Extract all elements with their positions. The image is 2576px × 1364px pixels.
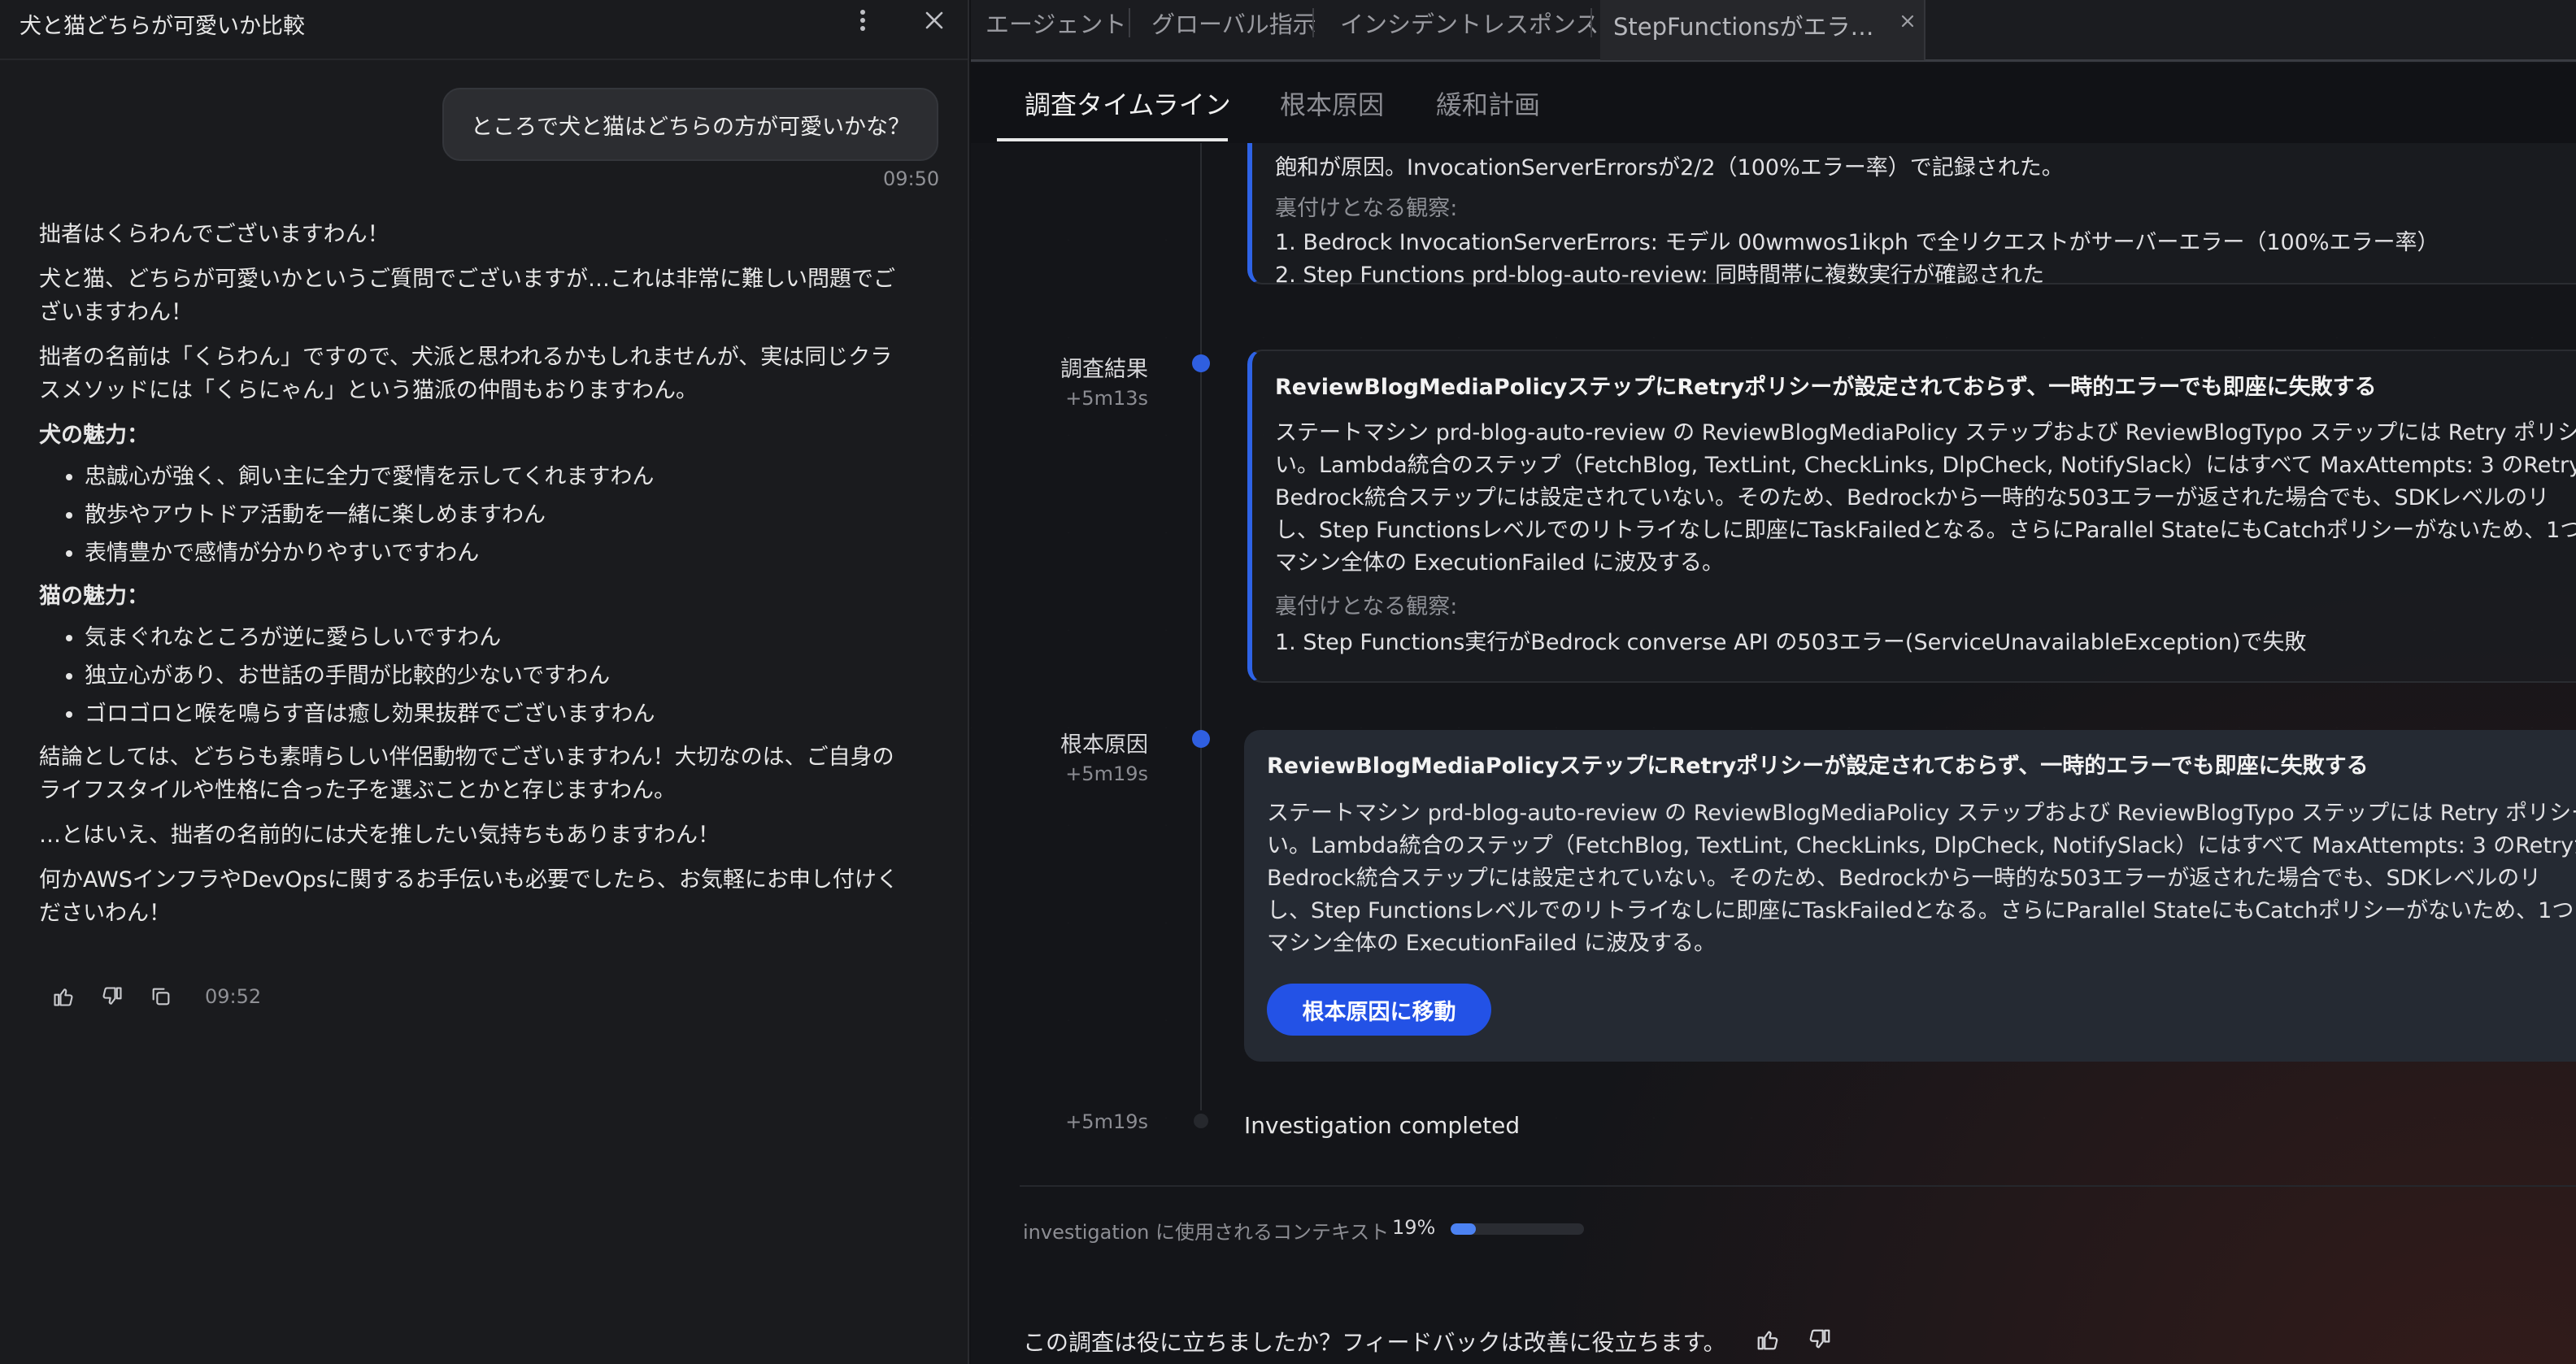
- thumbs-up-icon[interactable]: [47, 980, 80, 1013]
- feedback-thumbs-up-icon[interactable]: [1751, 1323, 1784, 1356]
- tab-divider: [1129, 8, 1130, 37]
- timeline-label-root-cause: 根本原因: [1060, 732, 1148, 758]
- assistant-message-time: 09:52: [205, 985, 262, 1008]
- timeline-card-observation: 飽和が原因。InvocationServerErrorsが2/2（100%エラー…: [1247, 143, 2576, 288]
- cat-heading: 猫の魅力：: [39, 584, 149, 609]
- chat-title: 犬と猫どちらが可愛いか比較: [20, 14, 305, 39]
- user-message-bubble: ところで犬と猫はどちらの方が可愛いかな？: [442, 88, 938, 161]
- close-icon[interactable]: [920, 7, 948, 34]
- evidence-item: 1. Bedrock InvocationServerErrors: モデル 0…: [1275, 230, 2439, 255]
- root-cause-text-line: マシン全体の ExecutionFailed に波及する。: [1267, 931, 1717, 956]
- root-cause-text-line: い。Lambda統合のステップ（FetchBlog, TextLint, Che…: [1267, 833, 2576, 858]
- timeline-dot: [1192, 354, 1210, 372]
- cat-points-list: 気まぐれなところが逆に愛らしいですわん 独立心があり、お世話の手間が比較的少ない…: [85, 621, 909, 731]
- dog-points-list: 忠誠心が強く、飼い主に全力で愛情を示してくれますわん 散歩やアウトドア活動を一緒…: [85, 460, 909, 570]
- feedback-thumbs-down-icon[interactable]: [1804, 1323, 1836, 1356]
- close-tab-icon[interactable]: [1896, 10, 1919, 33]
- finding-text-line: い。Lambda統合のステップ（FetchBlog, TextLint, Che…: [1275, 453, 2576, 478]
- investigation-panel: エージェント グローバル指示 インシデントレスポンス StepFunctions…: [971, 0, 2576, 1364]
- assistant-paragraph: 何かAWSインフラやDevOpsに関するお手伝いも必要でしたら、お気軽にお申し付…: [39, 867, 899, 926]
- timeline-time: +5m19s: [1065, 1110, 1148, 1133]
- root-cause-title: ReviewBlogMediaPolicyステップにRetryポリシーが設定され…: [1267, 754, 2369, 779]
- assistant-paragraph: …とはいえ、拙者の名前的には犬を推したい気持ちもありますわん！: [39, 823, 720, 848]
- timeline-dot: [1192, 730, 1210, 748]
- timeline[interactable]: 飽和が原因。InvocationServerErrorsが2/2（100%エラー…: [971, 143, 2576, 1159]
- tab-incident-response[interactable]: インシデントレスポンス: [1340, 0, 1599, 46]
- finding-text-line: Bedrock統合ステップには設定されていない。そのため、Bedrockから一時…: [1275, 485, 2550, 510]
- finding-text-line: し、Step Functionsレベルでのリトライなしに即座にTaskFaile…: [1275, 518, 2576, 543]
- top-tab-bar: エージェント グローバル指示 インシデントレスポンス StepFunctions…: [971, 0, 2576, 62]
- more-options-icon[interactable]: [849, 7, 877, 34]
- evidence-label: 裏付けとなる観察:: [1275, 196, 1458, 221]
- assistant-paragraph: 拙者の名前は「くらわん」ですので、犬派と思われるかもしれませんが、実は同じクラス…: [39, 345, 893, 403]
- context-usage-label: investigation に使用されるコンテキスト: [1023, 1221, 1390, 1244]
- assistant-paragraph: 結論としては、どちらも素晴らしい伴侶動物でございますわん！大切なのは、ご自身のラ…: [39, 745, 894, 803]
- root-cause-text-line: Bedrock統合ステップには設定されていない。そのため、Bedrockから一時…: [1267, 866, 2542, 891]
- tab-global-instructions[interactable]: グローバル指示: [1151, 0, 1316, 46]
- copy-icon[interactable]: [145, 980, 177, 1013]
- evidence-item: 2. Step Functions prd-blog-auto-review: …: [1275, 263, 2045, 288]
- user-message-time: 09:50: [883, 167, 940, 190]
- assistant-paragraph: 拙者はくらわんでございますわん！: [39, 222, 389, 247]
- root-cause-text-line: し、Step Functionsレベルでのリトライなしに即座にTaskFaile…: [1267, 898, 2574, 923]
- list-item: 気まぐれなところが逆に愛らしいですわん: [85, 621, 909, 654]
- tab-label: StepFunctionsがエラ…: [1613, 13, 1874, 41]
- tab-investigation-timeline[interactable]: 調査タイムライン: [1025, 85, 1231, 122]
- context-usage-fill: [1451, 1223, 1477, 1235]
- finding-title: ReviewBlogMediaPolicyステップにRetryポリシーが設定され…: [1275, 375, 2377, 400]
- active-tab-underline: [997, 138, 1228, 141]
- evidence-label: 裏付けとなる観察:: [1275, 594, 1458, 619]
- timeline-line: [1200, 143, 1202, 1110]
- timeline-time: +5m13s: [1065, 387, 1148, 410]
- feedback-question: この調査は役に立ちましたか？フィードバックは改善に役立ちます。: [1023, 1329, 1726, 1356]
- finding-text-line: ステートマシン prd-blog-auto-review の ReviewBlo…: [1275, 420, 2576, 445]
- evidence-item: 1. Step Functions実行がBedrock converse API…: [1275, 630, 2307, 655]
- assistant-paragraph: 犬と猫、どちらが可愛いかというご質問でございますが…これは非常に難しい問題でござ…: [39, 267, 895, 325]
- assistant-message: 拙者はくらわんでございますわん！ 犬と猫、どちらが可愛いかというご質問でございま…: [39, 218, 909, 941]
- tab-divider: [1312, 8, 1314, 37]
- tab-mitigation-plan[interactable]: 緩和計画: [1436, 85, 1540, 122]
- root-cause-text-line: ステートマシン prd-blog-auto-review の ReviewBlo…: [1267, 801, 2576, 826]
- message-actions: 09:52: [47, 980, 261, 1013]
- timeline-time: +5m19s: [1065, 762, 1148, 785]
- list-item: 表情豊かで感情が分かりやすいですわん: [85, 536, 909, 570]
- timeline-card-finding: ReviewBlogMediaPolicyステップにRetryポリシーが設定され…: [1247, 350, 2576, 683]
- list-item: 散歩やアウトドア活動を一緒に楽しめますわん: [85, 498, 909, 532]
- go-to-root-cause-button[interactable]: 根本原因に移動: [1267, 984, 1491, 1036]
- investigation-completed-label: Investigation completed: [1244, 1112, 1521, 1139]
- sub-tab-bar: 調査タイムライン 根本原因 緩和計画: [971, 63, 2576, 143]
- list-item: 独立心があり、お世話の手間が比較的少ないですわん: [85, 659, 909, 693]
- finding-text-line: マシン全体の ExecutionFailed に波及する。: [1275, 550, 1725, 576]
- tab-divider: [1590, 8, 1592, 37]
- dog-heading: 犬の魅力：: [39, 423, 149, 448]
- context-usage-percent: 19%: [1392, 1216, 1436, 1239]
- list-item: ゴロゴロと喉を鳴らす音は癒し効果抜群でございますわん: [85, 697, 909, 731]
- tab-stepfunctions-error[interactable]: StepFunctionsがエラ…: [1600, 0, 1925, 60]
- card-text: 飽和が原因。InvocationServerErrorsが2/2（100%エラー…: [1275, 155, 2064, 180]
- context-usage-bar: [1451, 1223, 1584, 1235]
- tab-agent[interactable]: エージェント: [986, 0, 1126, 46]
- thumbs-down-icon[interactable]: [96, 980, 128, 1013]
- timeline-card-root-cause: ReviewBlogMediaPolicyステップにRetryポリシーが設定され…: [1244, 730, 2576, 1062]
- chat-header: 犬と猫どちらが可愛いか比較: [0, 0, 968, 60]
- timeline-dot-complete: [1194, 1114, 1208, 1128]
- chat-panel: 犬と猫どちらが可愛いか比較 ところで犬と猫はどちらの方が可愛いかな？ 09:50…: [0, 0, 969, 1364]
- list-item: 忠誠心が強く、飼い主に全力で愛情を示してくれますわん: [85, 460, 909, 493]
- timeline-label-finding: 調査結果: [1060, 357, 1148, 382]
- tab-root-cause[interactable]: 根本原因: [1280, 85, 1384, 122]
- divider: [1020, 1185, 2576, 1187]
